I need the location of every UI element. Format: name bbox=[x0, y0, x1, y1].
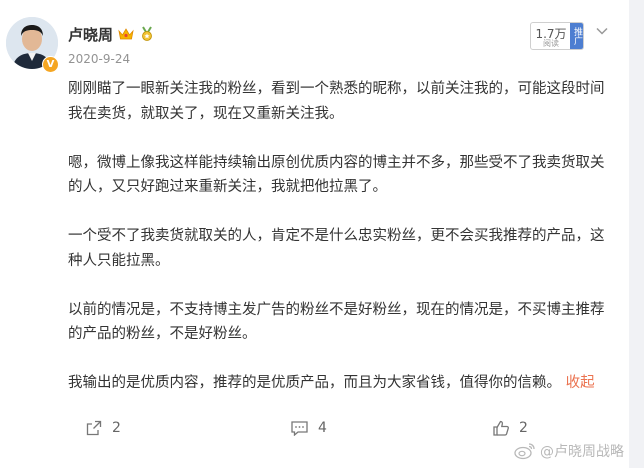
verified-badge-icon: V bbox=[42, 56, 59, 73]
author-name[interactable]: 卢晓周 bbox=[68, 24, 113, 45]
post-paragraph-text: 我输出的是优质内容，推荐的是优质产品，而且为大家省钱，值得你的信赖。 bbox=[68, 375, 561, 391]
chevron-down-icon[interactable] bbox=[596, 27, 608, 35]
collapse-link[interactable]: 收起 bbox=[566, 375, 595, 391]
post-paragraph-last: 我输出的是优质内容，推荐的是优质产品，而且为大家省钱，值得你的信赖。 收起 bbox=[68, 371, 610, 396]
comment-count: 4 bbox=[318, 420, 327, 436]
medal-icon[interactable] bbox=[140, 26, 154, 42]
weibo-logo-icon bbox=[514, 443, 535, 460]
crown-icon[interactable] bbox=[118, 27, 134, 41]
watermark: @卢晓周战略 bbox=[514, 441, 624, 461]
post-paragraph: 刚刚瞄了一眼新关注我的粉丝，看到一个熟悉的昵称，以前关注我的，可能这段时间我在卖… bbox=[68, 81, 605, 122]
promote-button[interactable]: 推广 bbox=[570, 23, 583, 49]
post-paragraph: 一个受不了我卖货就取关的人，肯定不是什么忠实粉丝，更不会买我推荐的产品，这种人只… bbox=[68, 228, 605, 269]
post-paragraph: 以前的情况是，不支持博主发广告的粉丝不是好粉丝，现在的情况是，不买博主推荐的产品… bbox=[68, 301, 605, 343]
views-label: 阅读 bbox=[543, 39, 559, 48]
repost-button[interactable]: 2 bbox=[86, 420, 121, 436]
like-button[interactable]: 2 bbox=[493, 420, 528, 436]
comment-icon bbox=[291, 420, 308, 436]
post-content: 刚刚瞄了一眼新关注我的粉丝，看到一个熟悉的昵称，以前关注我的，可能这段时间我在卖… bbox=[68, 77, 610, 420]
watermark-text: @卢晓周战略 bbox=[540, 444, 624, 460]
weibo-post-card: V 卢晓周 2020-9-24 1.7万 阅读 推广 刚刚瞄了一眼新关注我的粉丝… bbox=[0, 0, 629, 468]
repost-count: 2 bbox=[112, 420, 121, 436]
like-icon bbox=[493, 420, 509, 436]
post-date[interactable]: 2020-9-24 bbox=[68, 52, 130, 66]
post-paragraph: 嗯，微博上像我这样能持续输出原创优质内容的博主并不多，那些受不了我卖货取关的人，… bbox=[68, 154, 605, 196]
like-count: 2 bbox=[519, 420, 528, 436]
comment-button[interactable]: 4 bbox=[291, 420, 327, 436]
repost-icon bbox=[86, 420, 102, 436]
views-badge[interactable]: 1.7万 阅读 推广 bbox=[530, 22, 584, 50]
